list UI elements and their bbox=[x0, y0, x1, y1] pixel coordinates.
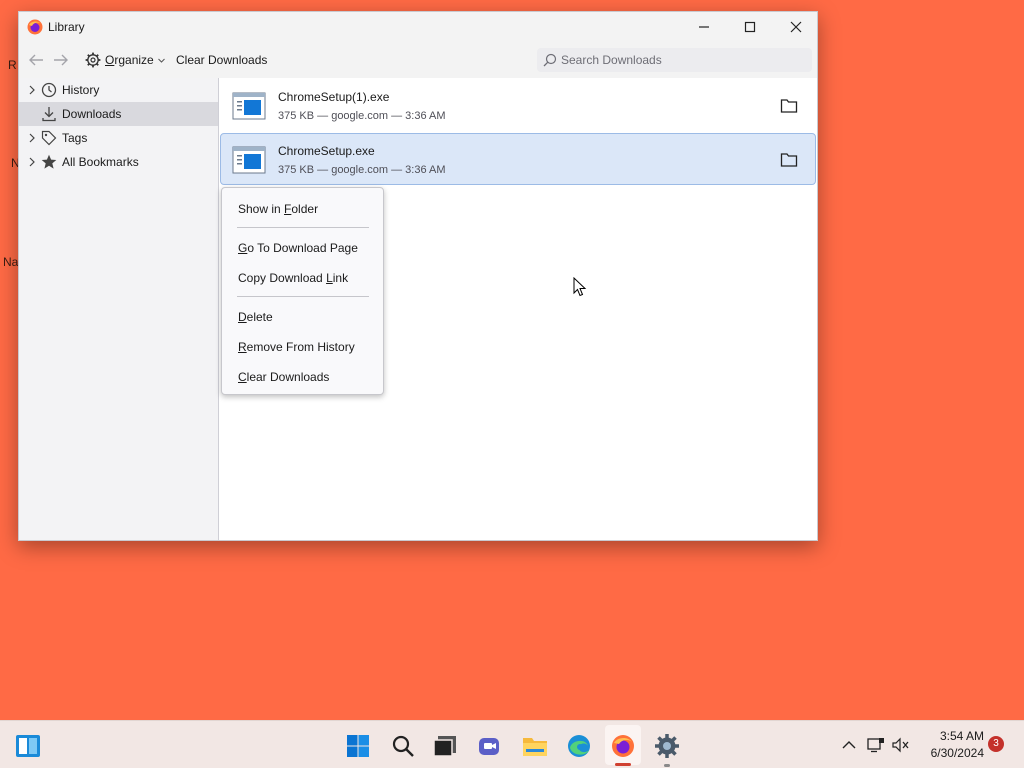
maximize-icon bbox=[744, 21, 756, 33]
executable-file-icon bbox=[232, 146, 266, 174]
desktop-icon-label-fragment: R bbox=[8, 58, 17, 72]
file-explorer-icon bbox=[523, 738, 547, 756]
menu-item-label: Show in Folder bbox=[238, 202, 319, 216]
running-indicator bbox=[664, 764, 670, 767]
clear-downloads-button[interactable]: Clear Downloads bbox=[176, 53, 267, 67]
download-filename: ChromeSetup.exe bbox=[278, 144, 375, 158]
back-button[interactable] bbox=[25, 51, 47, 69]
menu-item-label: Clear Downloads bbox=[238, 370, 330, 384]
menu-item-label: Remove From History bbox=[238, 340, 355, 354]
menu-item-go-to-download-page[interactable]: Go To Download Page bbox=[238, 241, 358, 255]
menu-item-label: Go To Download Page bbox=[238, 241, 358, 255]
sidebar-item-history[interactable]: History bbox=[19, 78, 218, 102]
download-context-menu: Show in Folder Go To Download Page Copy … bbox=[221, 187, 384, 395]
volume-button[interactable] bbox=[892, 736, 910, 754]
notification-badge[interactable]: 3 bbox=[988, 736, 1004, 752]
settings-taskbar-button[interactable] bbox=[654, 733, 680, 759]
close-button[interactable] bbox=[773, 12, 819, 42]
forward-button[interactable] bbox=[50, 51, 72, 69]
search-icon bbox=[543, 53, 557, 67]
firefox-taskbar-button[interactable] bbox=[610, 733, 636, 759]
clock-icon bbox=[41, 82, 57, 98]
network-icon bbox=[867, 738, 884, 753]
chevron-down-icon bbox=[157, 58, 165, 63]
task-view-icon bbox=[433, 736, 456, 757]
executable-file-icon bbox=[232, 92, 266, 120]
library-toolbar: Organize Clear Downloads bbox=[19, 42, 817, 78]
start-button[interactable] bbox=[345, 733, 371, 759]
edge-button[interactable] bbox=[566, 733, 592, 759]
menu-separator bbox=[237, 227, 369, 228]
menu-separator bbox=[237, 296, 369, 297]
taskbar-search-button[interactable] bbox=[390, 733, 416, 759]
window-title: Library bbox=[48, 20, 85, 34]
chevron-right-icon bbox=[29, 133, 35, 143]
search-downloads-input[interactable] bbox=[561, 48, 806, 72]
menu-item-show-in-folder[interactable]: Show in Folder bbox=[238, 202, 318, 216]
download-icon bbox=[42, 107, 56, 122]
menu-item-copy-download-link[interactable]: Copy Download Link bbox=[238, 271, 348, 285]
minimize-button[interactable] bbox=[681, 12, 727, 42]
widgets-icon bbox=[16, 735, 40, 757]
edge-icon bbox=[568, 735, 590, 757]
library-window: Library Organize Clear Downloads Search … bbox=[18, 11, 818, 541]
forward-arrow-icon bbox=[54, 54, 68, 66]
chevron-right-icon bbox=[29, 157, 35, 167]
sidebar-item-label: History bbox=[62, 83, 100, 97]
menu-item-delete[interactable]: Delete bbox=[238, 310, 273, 324]
folder-icon[interactable] bbox=[780, 152, 798, 168]
download-details: 375 KB — google.com — 3:36 AM bbox=[278, 110, 446, 122]
star-icon bbox=[41, 154, 57, 169]
running-indicator bbox=[615, 763, 631, 766]
task-view-button[interactable] bbox=[432, 733, 458, 759]
search-downloads-box[interactable] bbox=[537, 48, 812, 72]
taskbar: 3:54 AM 6/30/2024 bbox=[0, 720, 1024, 768]
close-icon bbox=[790, 21, 802, 33]
mouse-pointer-icon bbox=[573, 277, 587, 297]
start-icon bbox=[347, 735, 369, 757]
download-item[interactable]: ChromeSetup(1).exe 375 KB — google.com —… bbox=[220, 79, 816, 131]
menu-item-label: Copy Download Link bbox=[238, 271, 349, 285]
chevron-right-icon bbox=[29, 85, 35, 95]
chat-icon bbox=[479, 738, 499, 755]
download-filename: ChromeSetup(1).exe bbox=[278, 90, 390, 104]
volume-muted-icon bbox=[892, 737, 909, 753]
folder-icon[interactable] bbox=[780, 98, 798, 114]
sidebar-item-label: All Bookmarks bbox=[62, 155, 139, 169]
network-button[interactable] bbox=[867, 736, 885, 754]
organize-label: Organize bbox=[105, 53, 154, 67]
clock-time[interactable]: 3:54 AM bbox=[934, 729, 984, 743]
download-details: 375 KB — google.com — 3:36 AM bbox=[278, 164, 446, 176]
show-hidden-icons-button[interactable] bbox=[840, 736, 858, 754]
chevron-up-icon bbox=[842, 741, 856, 749]
sidebar-item-all-bookmarks[interactable]: All Bookmarks bbox=[19, 150, 218, 174]
library-sidebar: History Downloads Tags All Bookmarks bbox=[19, 78, 219, 540]
menu-item-label: Delete bbox=[238, 310, 273, 324]
menu-item-clear-downloads[interactable]: Clear Downloads bbox=[238, 370, 329, 384]
sidebar-item-label: Downloads bbox=[62, 107, 122, 121]
chat-button[interactable] bbox=[477, 733, 503, 759]
search-icon bbox=[392, 735, 414, 757]
menu-item-remove-from-history[interactable]: Remove From History bbox=[238, 340, 355, 354]
tag-icon bbox=[41, 130, 57, 146]
organize-button[interactable]: Organize bbox=[85, 50, 165, 70]
sidebar-item-downloads[interactable]: Downloads bbox=[19, 102, 218, 126]
sidebar-item-label: Tags bbox=[62, 131, 88, 145]
widgets-button[interactable] bbox=[15, 733, 41, 759]
title-bar: Library bbox=[19, 12, 817, 42]
minimize-icon bbox=[699, 26, 709, 28]
desktop-icon-label-fragment: Na bbox=[3, 255, 19, 269]
settings-icon bbox=[655, 734, 679, 758]
clock-date[interactable]: 6/30/2024 bbox=[921, 746, 984, 760]
back-arrow-icon bbox=[29, 54, 43, 66]
firefox-icon bbox=[27, 19, 43, 35]
maximize-button[interactable] bbox=[727, 12, 773, 42]
gear-icon bbox=[85, 52, 101, 68]
download-item[interactable]: ChromeSetup.exe 375 KB — google.com — 3:… bbox=[220, 133, 816, 185]
sidebar-item-tags[interactable]: Tags bbox=[19, 126, 218, 150]
file-explorer-button[interactable] bbox=[522, 733, 548, 759]
firefox-icon bbox=[612, 735, 634, 757]
